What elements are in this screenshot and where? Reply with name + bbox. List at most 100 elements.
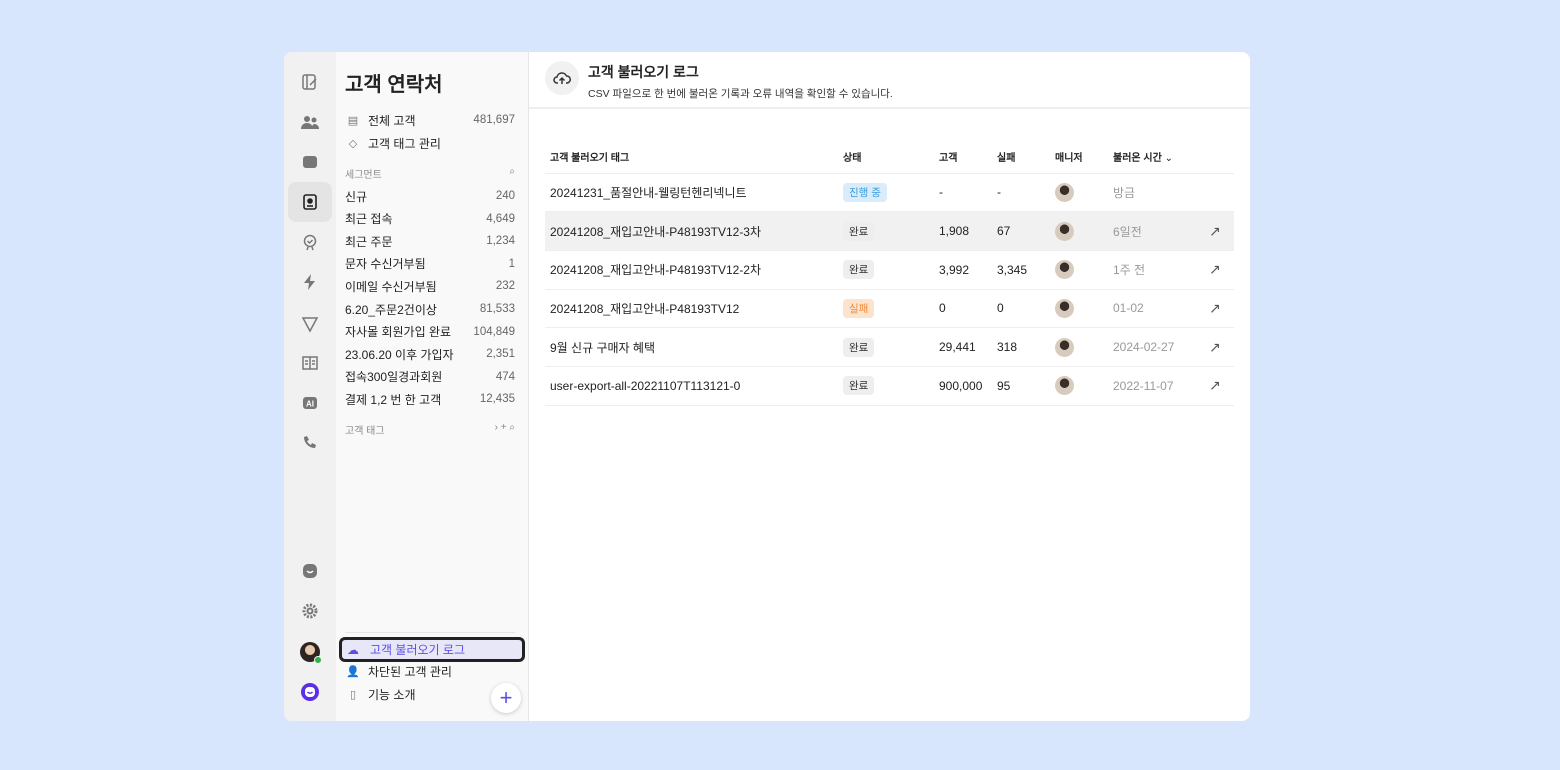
time-cell: 2024-02-27 bbox=[1108, 327, 1204, 367]
time-cell: 6일전 bbox=[1108, 211, 1204, 251]
failed-cell: 67 bbox=[992, 211, 1050, 251]
segment-item[interactable]: 최근 주문 1,234 bbox=[345, 230, 515, 252]
segment-item[interactable]: 최근 접속 4,649 bbox=[345, 208, 515, 230]
segment-item[interactable]: 6.20_주문2건이상 81,533 bbox=[345, 298, 515, 320]
open-arrow-icon[interactable]: ↗ bbox=[1209, 223, 1221, 239]
all-icon: ▤ bbox=[347, 114, 359, 127]
segment-item[interactable]: 결제 1,2 번 한 고객 12,435 bbox=[345, 388, 515, 410]
tag-cell: 20241231_품절안내-웰링턴헨리넥니트 bbox=[545, 173, 838, 213]
open-arrow-icon[interactable]: ↗ bbox=[1209, 377, 1221, 393]
failed-cell: 318 bbox=[992, 327, 1050, 367]
open-arrow-icon[interactable]: ↗ bbox=[1209, 300, 1221, 316]
col-header-manager: 매니저 bbox=[1050, 140, 1108, 174]
tag-cell: 20241208_재입고안내-P48193TV12-3차 bbox=[545, 211, 838, 251]
compose-icon[interactable] bbox=[288, 62, 332, 102]
tag-cell: 20241208_재입고안내-P48193TV12 bbox=[545, 289, 838, 329]
segment-item[interactable]: 이메일 수신거부됨 232 bbox=[345, 275, 515, 297]
sidebar-item-all-customers[interactable]: ▤ 전체 고객 481,697 bbox=[345, 109, 515, 131]
segment-item[interactable]: 접속300일경과회원 474 bbox=[345, 366, 515, 388]
page-header: 고객 불러오기 로그 CSV 파일으로 한 번에 불러온 기록과 오류 내역을 … bbox=[529, 52, 1250, 109]
table-row[interactable]: user-export-all-20221107T113121-0 완료 900… bbox=[545, 366, 1234, 406]
tag-icon: ◇ bbox=[348, 137, 358, 150]
chevron-right-icon[interactable]: › bbox=[495, 422, 498, 433]
user-blocked-icon: 👤 bbox=[346, 665, 360, 678]
col-header-customers: 고객 bbox=[934, 140, 992, 174]
main-panel: 고객 불러오기 로그 CSV 파일으로 한 번에 불러온 기록과 오류 내역을 … bbox=[529, 52, 1250, 721]
send-icon[interactable] bbox=[288, 304, 332, 344]
contacts-icon[interactable] bbox=[288, 182, 332, 222]
table-row[interactable]: 20241208_재입고안내-P48193TV12-2차 완료 3,992 3,… bbox=[545, 250, 1234, 290]
open-arrow-icon[interactable]: ↗ bbox=[1209, 261, 1221, 277]
time-cell: 01-02 bbox=[1108, 289, 1204, 329]
online-status-icon bbox=[314, 656, 322, 664]
manager-avatar bbox=[1055, 337, 1074, 357]
badge-icon[interactable] bbox=[288, 222, 332, 262]
failed-cell: 0 bbox=[992, 289, 1050, 329]
time-cell: 2022-11-07 bbox=[1108, 366, 1204, 406]
status-badge: 실패 bbox=[843, 298, 875, 318]
users-icon[interactable] bbox=[288, 102, 332, 142]
bolt-icon[interactable] bbox=[288, 262, 332, 302]
col-header-failed: 실패 bbox=[992, 140, 1050, 174]
contacts-sidebar: 고객 연락처 ▤ 전체 고객 481,697 ◇ 고객 태그 관리 세그먼트 ⌕ 신규 2… bbox=[336, 52, 529, 721]
table-row[interactable]: 9월 신규 구매자 혜택 완료 29,441 318 2024-02-27 ↗ bbox=[545, 327, 1234, 367]
tag-cell: 9월 신규 구매자 혜택 bbox=[545, 327, 838, 367]
manager-avatar bbox=[1055, 298, 1074, 318]
customers-cell: 0 bbox=[934, 289, 992, 329]
sidebar-item-feature-intro[interactable]: ▯ 기능 소개 bbox=[345, 683, 515, 705]
book-open-icon: ▯ bbox=[349, 688, 357, 701]
customers-cell: 3,992 bbox=[934, 250, 992, 290]
ai-icon[interactable]: AI bbox=[288, 383, 332, 423]
icon-rail: AI bbox=[284, 52, 336, 721]
sidebar-item-tag-manage[interactable]: ◇ 고객 태그 관리 bbox=[345, 132, 515, 154]
sidebar-title: 고객 연락처 bbox=[345, 74, 443, 96]
inbox-icon[interactable] bbox=[288, 142, 332, 182]
customers-cell: 900,000 bbox=[934, 366, 992, 406]
app-window: AI 고객 연락처 ▤ 전체 고객 481,697 ◇ 고객 태그 관리 세그먼트 ⌕ … bbox=[284, 52, 1250, 721]
chat-icon[interactable] bbox=[288, 551, 332, 591]
col-header-tag: 고객 불러오기 태그 bbox=[545, 140, 838, 174]
segment-header: 세그먼트 ⌕ bbox=[345, 166, 515, 181]
phone-icon[interactable] bbox=[288, 423, 332, 463]
search-icon[interactable]: ⌕ bbox=[509, 422, 515, 433]
import-log-table: 고객 불러오기 태그 상태 고객 실패 매니저 불러온 시간 ⌄ 2024123… bbox=[545, 140, 1234, 406]
status-badge: 완료 bbox=[843, 221, 875, 241]
cloud-upload-icon bbox=[545, 61, 579, 95]
tag-header: 고객 태그 › + ⌕ bbox=[345, 422, 515, 437]
page-title: 고객 불러오기 로그 bbox=[588, 64, 699, 80]
status-badge: 완료 bbox=[843, 376, 875, 396]
manager-avatar bbox=[1055, 260, 1074, 280]
open-arrow-icon[interactable]: ↗ bbox=[1209, 339, 1221, 355]
cloud-upload-icon: ☁ bbox=[347, 642, 359, 657]
table-row[interactable]: 20241208_재입고안내-P48193TV12 실패 0 0 01-02 ↗ bbox=[545, 289, 1234, 329]
user-avatar[interactable] bbox=[288, 632, 332, 672]
customers-cell: - bbox=[934, 173, 992, 213]
plus-icon[interactable]: + bbox=[501, 422, 507, 433]
segment-item[interactable]: 신규 240 bbox=[345, 185, 515, 207]
time-cell: 방금 bbox=[1108, 173, 1204, 213]
segment-item[interactable]: 23.06.20 이후 가입자 2,351 bbox=[345, 343, 515, 365]
search-icon[interactable]: ⌕ bbox=[509, 166, 515, 181]
table-row[interactable]: 20241208_재입고안내-P48193TV12-3차 완료 1,908 67… bbox=[545, 211, 1234, 251]
failed-cell: - bbox=[992, 173, 1050, 213]
manager-avatar bbox=[1055, 221, 1074, 241]
manager-avatar bbox=[1055, 376, 1074, 396]
tag-cell: 20241208_재입고안내-P48193TV12-2차 bbox=[545, 250, 838, 290]
segment-item[interactable]: 자사몰 회원가입 완료 104,849 bbox=[345, 321, 515, 343]
customers-cell: 1,908 bbox=[934, 211, 992, 251]
channel-logo-icon[interactable] bbox=[288, 672, 332, 712]
failed-cell: 95 bbox=[992, 366, 1050, 406]
sidebar-item-import-log[interactable]: ☁ 고객 불러오기 로그 bbox=[339, 637, 525, 662]
col-header-time[interactable]: 불러온 시간 ⌄ bbox=[1108, 140, 1204, 174]
failed-cell: 3,345 bbox=[992, 250, 1050, 290]
add-button[interactable]: + bbox=[491, 683, 521, 713]
segment-item[interactable]: 문자 수신거부됨 1 bbox=[345, 253, 515, 275]
tag-cell: user-export-all-20221107T113121-0 bbox=[545, 366, 838, 406]
svg-text:AI: AI bbox=[306, 400, 314, 409]
settings-icon[interactable] bbox=[288, 591, 332, 631]
sidebar-item-blocked[interactable]: 👤 차단된 고객 관리 bbox=[345, 660, 515, 682]
manager-avatar bbox=[1055, 182, 1074, 202]
book-icon[interactable] bbox=[288, 343, 332, 383]
table-row[interactable]: 20241231_품절안내-웰링턴헨리넥니트 진행 중 - - 방금 bbox=[545, 173, 1234, 213]
page-subtitle: CSV 파일으로 한 번에 불러온 기록과 오류 내역을 확인할 수 있습니다. bbox=[588, 88, 893, 100]
